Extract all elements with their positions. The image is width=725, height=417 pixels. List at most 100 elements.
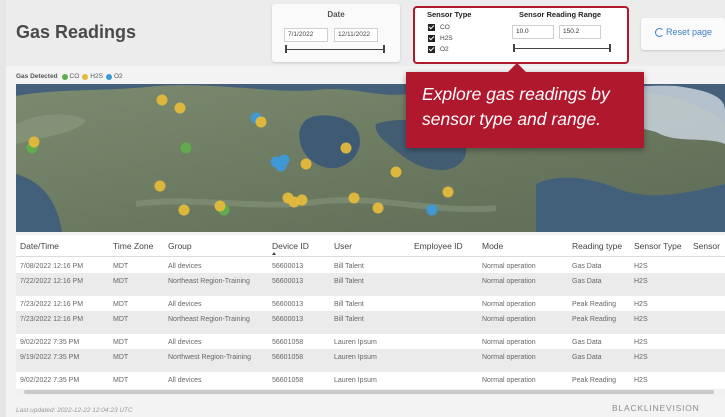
sensor-type-label: Sensor Type <box>427 10 472 19</box>
table-header: Date/Time Time Zone Group Device ID User Empl… <box>16 235 725 257</box>
table-cell: 9/02/2022 7:35 PM <box>20 339 80 346</box>
table-row[interactable]: 9/19/2022 7:35 PM MDT Northwest Region-Tra… <box>16 349 725 372</box>
map-point-h2s[interactable] <box>156 94 168 106</box>
table-cell: Lauren Ipsum <box>334 339 377 346</box>
column-header-sensor[interactable]: Sensor <box>693 241 720 251</box>
table-cell: MDT <box>113 354 129 361</box>
table-cell: All devices <box>168 263 202 270</box>
table-cell: 7/23/2022 12:16 PM <box>20 316 84 323</box>
date-filter: Date 7/1/2022 12/11/2022 <box>272 4 400 62</box>
table-cell: Northeast Region-Training <box>168 316 250 323</box>
column-header-date-time[interactable]: Date/Time <box>20 241 59 251</box>
range-slider-track[interactable] <box>514 48 610 49</box>
reset-page-button[interactable]: Reset page <box>655 27 712 37</box>
legend-item-co[interactable]: CO <box>61 73 79 80</box>
table-row[interactable]: 7/22/2022 12:16 PM MDT Northeast Region-Tr… <box>16 273 725 296</box>
legend-item-o2[interactable]: O2 <box>105 73 123 80</box>
reset-page-label: Reset page <box>666 27 713 37</box>
table-cell: 56601058 <box>272 377 304 384</box>
date-slider-end-handle[interactable] <box>383 45 385 53</box>
map-point-h2s[interactable] <box>174 102 186 114</box>
table-cell: 9/02/2022 7:35 PM <box>20 377 80 384</box>
map-point-h2s[interactable] <box>28 136 40 148</box>
table-cell: Gas Data <box>572 339 602 346</box>
table-cell: All devices <box>168 377 202 384</box>
column-header-reading-type[interactable]: Reading type <box>572 241 622 251</box>
table-cell: Northwest Region-Training <box>168 354 251 361</box>
table-row[interactable]: 7/23/2022 12:16 PM MDT Northeast Region-Tr… <box>16 311 725 334</box>
table-cell: MDT <box>113 263 129 270</box>
table-cell: MDT <box>113 316 129 323</box>
column-header-user[interactable]: User <box>334 241 352 251</box>
table-cell: H2S <box>634 301 648 308</box>
table-cell: Normal operation <box>482 377 536 384</box>
date-slider-start-handle[interactable] <box>285 45 287 53</box>
column-header-sensor-type[interactable]: Sensor Type <box>634 241 682 251</box>
map-point-h2s[interactable] <box>372 202 384 214</box>
range-slider-min-handle[interactable] <box>513 44 515 52</box>
table-row[interactable]: 9/02/2022 7:35 PM MDT All devices 56601058 L… <box>16 372 725 387</box>
map-point-h2s[interactable] <box>442 186 454 198</box>
table-cell: 56601058 <box>272 354 304 361</box>
table-cell: Normal operation <box>482 278 536 285</box>
table-row[interactable]: 7/23/2022 12:16 PM MDT All devices 56600013… <box>16 296 725 311</box>
checkbox-checked-icon[interactable] <box>428 46 435 53</box>
map-point-h2s[interactable] <box>296 194 308 206</box>
table-cell: H2S <box>634 354 648 361</box>
sort-ascending-icon[interactable] <box>272 252 276 255</box>
range-max-input[interactable]: 150.2 <box>559 25 601 39</box>
sensor-type-h2s[interactable]: H2S <box>428 34 453 43</box>
table-cell: Lauren Ipsum <box>334 354 377 361</box>
table-cell: 56600013 <box>272 301 304 308</box>
range-slider-max-handle[interactable] <box>609 44 611 52</box>
table-cell: Peak Reading <box>572 301 616 308</box>
map-point-co[interactable] <box>180 142 192 154</box>
column-header-device-id[interactable]: Device ID <box>272 241 309 251</box>
table-cell: H2S <box>634 278 648 285</box>
date-slider-track[interactable] <box>286 49 384 50</box>
map-point-h2s[interactable] <box>178 204 190 216</box>
map-legend: Gas Detected CO H2S O2 <box>16 73 126 80</box>
map-point-h2s[interactable] <box>214 200 226 212</box>
map-point-h2s[interactable] <box>348 192 360 204</box>
map-point-h2s[interactable] <box>390 166 402 178</box>
range-min-input[interactable]: 10.0 <box>512 25 554 39</box>
map-point-h2s[interactable] <box>154 180 166 192</box>
map-point-h2s[interactable] <box>300 158 312 170</box>
map-point-o2[interactable] <box>426 204 438 216</box>
column-header-group[interactable]: Group <box>168 241 192 251</box>
map-point-h2s[interactable] <box>340 142 352 154</box>
horizontal-scrollbar[interactable] <box>16 389 725 395</box>
end-date-input[interactable]: 12/11/2022 <box>334 28 378 42</box>
legend-label-o2: O2 <box>113 73 123 80</box>
table-cell: Lauren Ipsum <box>334 377 377 384</box>
table-row[interactable]: 9/02/2022 7:35 PM MDT All devices 56601058 L… <box>16 334 725 349</box>
brand-logo: BLACKLINEVISION <box>612 403 700 413</box>
column-header-mode[interactable]: Mode <box>482 241 503 251</box>
table-cell: 7/23/2022 12:16 PM <box>20 301 84 308</box>
sensor-filter-panel: Sensor Type Sensor Reading Range CO H2S … <box>413 6 629 64</box>
column-header-employee-id[interactable]: Employee ID <box>414 241 463 251</box>
table-row[interactable]: 7/08/2022 12:16 PM MDT All devices 56600013… <box>16 258 725 273</box>
start-date-input[interactable]: 7/1/2022 <box>284 28 328 42</box>
sensor-type-co[interactable]: CO <box>428 23 450 32</box>
table-cell: H2S <box>634 263 648 270</box>
table-cell: 56600013 <box>272 316 304 323</box>
checkbox-checked-icon[interactable] <box>428 24 435 31</box>
column-header-time-zone[interactable]: Time Zone <box>113 241 153 251</box>
legend-item-h2s[interactable]: H2S <box>82 73 103 80</box>
map-point-h2s[interactable] <box>255 116 267 128</box>
table-cell: Gas Data <box>572 263 602 270</box>
last-updated-note: Last updated: 2022-12-22 12:04:23 UTC <box>16 407 133 414</box>
legend-title: Gas Detected <box>16 73 58 80</box>
table-cell: MDT <box>113 301 129 308</box>
table-cell: Normal operation <box>482 263 536 270</box>
scrollbar-thumb[interactable] <box>24 390 714 394</box>
table-cell: Normal operation <box>482 339 536 346</box>
table-cell: MDT <box>113 339 129 346</box>
table-cell: Bill Talent <box>334 316 364 323</box>
sensor-type-o2[interactable]: O2 <box>428 45 449 54</box>
table-cell: Normal operation <box>482 301 536 308</box>
checkbox-checked-icon[interactable] <box>428 35 435 42</box>
map-point-o2[interactable] <box>278 154 290 166</box>
